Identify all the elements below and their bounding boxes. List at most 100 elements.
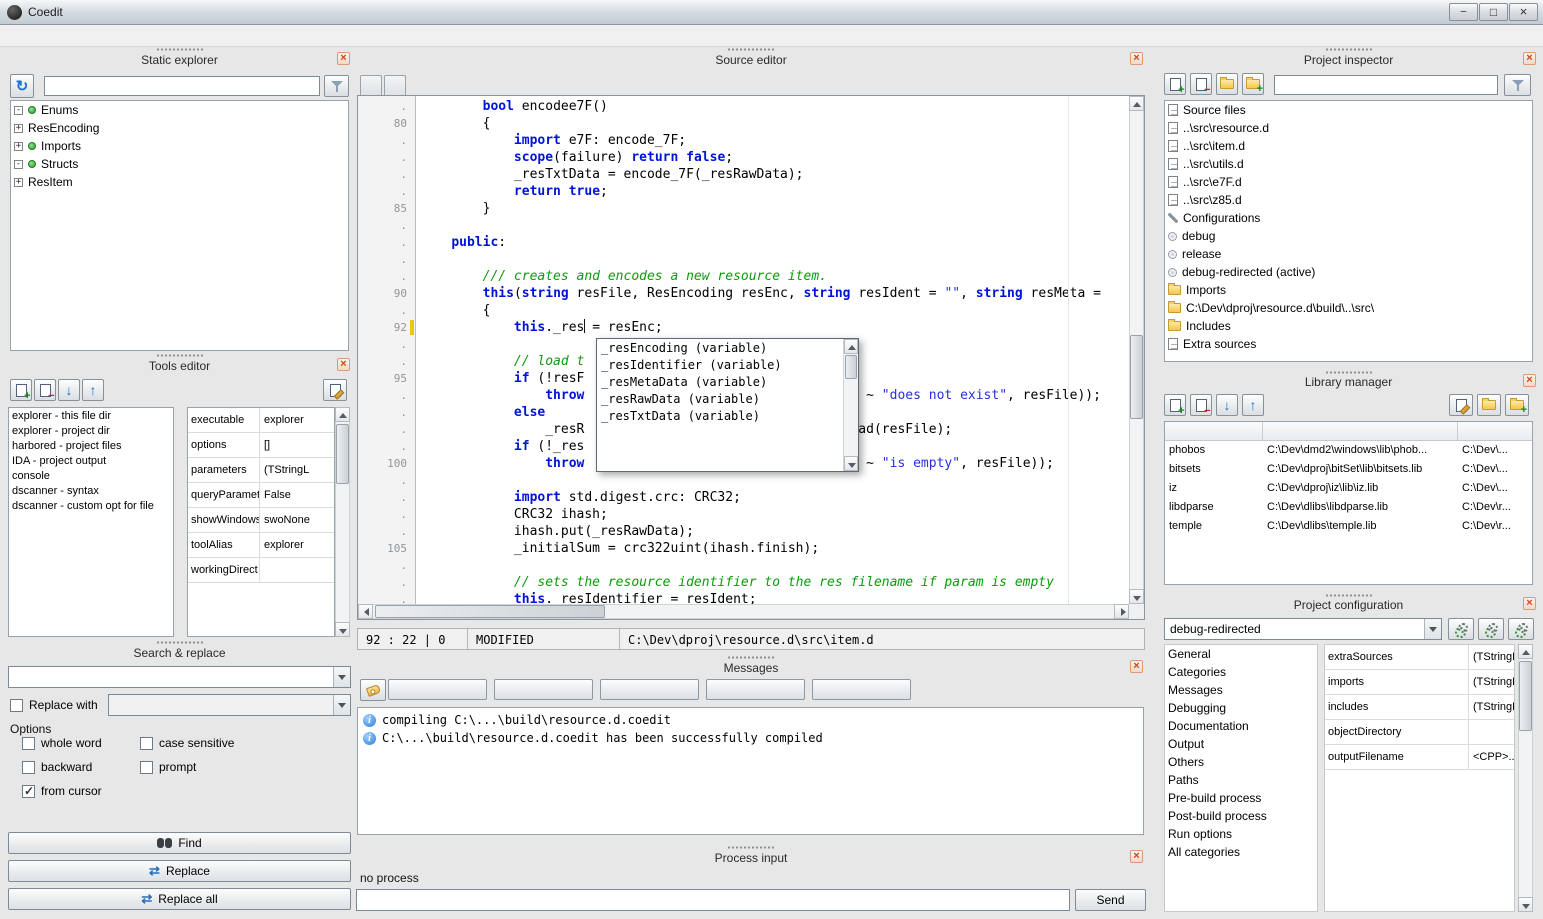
property-row[interactable]: executable explorer (188, 408, 334, 433)
scrollbar-thumb[interactable] (1130, 335, 1143, 419)
edit-library-button[interactable] (1449, 394, 1473, 416)
checkbox-option[interactable]: whole word (22, 736, 140, 750)
column-header[interactable] (1263, 422, 1458, 440)
expander-icon[interactable]: - (14, 160, 23, 169)
checkbox-box[interactable] (140, 737, 153, 750)
tree-item[interactable]: Extra sources (1165, 335, 1532, 353)
add-config-button[interactable] (1448, 618, 1474, 640)
remove-source-button[interactable] (1190, 73, 1212, 95)
table-row[interactable]: temple C:\Dev\dlibs\temple.lib C:\Dev\r.… (1165, 517, 1532, 536)
expander-icon[interactable]: + (14, 142, 23, 151)
code-line[interactable]: . (358, 472, 1129, 489)
code-line[interactable]: . scope(failure) return false; (358, 149, 1129, 166)
move-tool-down-button[interactable] (58, 379, 80, 401)
tree-item[interactable]: Messages (1165, 681, 1317, 699)
tree-item[interactable]: Includes (1165, 317, 1532, 335)
code-line[interactable]: . return true; (358, 183, 1129, 200)
code-line[interactable]: 80 { (358, 115, 1129, 132)
close-panel-button[interactable] (1523, 52, 1536, 65)
code-line[interactable]: 85 } (358, 200, 1129, 217)
code-line[interactable]: . public: (358, 234, 1129, 251)
filter-button[interactable] (324, 75, 349, 97)
move-tool-up-button[interactable] (82, 379, 104, 401)
tree-item[interactable]: Paths (1165, 771, 1317, 789)
add-tool-button[interactable] (10, 379, 32, 401)
property-row[interactable]: options [] (188, 433, 334, 458)
combo-arrow-icon[interactable] (333, 667, 350, 687)
scroll-down-arrow[interactable] (335, 622, 350, 637)
tree-item[interactable]: Categories (1165, 663, 1317, 681)
remove-library-button[interactable] (1190, 394, 1212, 416)
search-term-combo[interactable] (8, 666, 351, 688)
maximize-button[interactable] (1479, 3, 1508, 21)
table-row[interactable]: bitsets C:\Dev\dproj\bitSet\lib\bitsets.… (1165, 460, 1532, 479)
scroll-up-arrow[interactable] (1129, 96, 1144, 111)
tree-item[interactable]: Run options (1165, 825, 1317, 843)
open-folder-button[interactable] (1216, 73, 1238, 95)
code-line[interactable]: . (358, 251, 1129, 268)
table-row[interactable]: phobos C:\Dev\dmd2\windows\lib\phob... C… (1165, 441, 1532, 460)
tree-item[interactable]: console (9, 468, 173, 483)
tree-item[interactable]: ..\src\item.d (1165, 137, 1532, 155)
table-row[interactable]: libdparse C:\Dev\dlibs\libdparse.lib C:\… (1165, 498, 1532, 517)
tree-item[interactable]: debug-redirected (active) (1165, 263, 1532, 281)
tree-item[interactable]: Output (1165, 735, 1317, 753)
add-source-button[interactable] (1164, 73, 1186, 95)
tree-item[interactable]: explorer - project dir (9, 423, 173, 438)
tree-item[interactable]: All categories (1165, 843, 1317, 861)
code-line[interactable]: . /// creates and encodes a new resource… (358, 268, 1129, 285)
completion-item[interactable]: _resIdentifier (variable) (597, 357, 842, 374)
property-row[interactable]: objectDirectory (1325, 720, 1514, 745)
add-library-button[interactable] (1164, 394, 1186, 416)
add-folder-button[interactable] (1242, 73, 1264, 95)
property-value[interactable]: explorer (260, 414, 334, 426)
tree-item[interactable]: - Structs (11, 155, 348, 173)
tree-item[interactable]: + ResEncoding (11, 119, 348, 137)
code-line[interactable]: . (358, 557, 1129, 574)
replace-term-combo[interactable] (108, 694, 351, 716)
close-panel-button[interactable] (1523, 597, 1536, 610)
tree-item[interactable]: ..\src\utils.d (1165, 155, 1532, 173)
message-row[interactable]: C:\...\build\resource.d.coedit has been … (358, 729, 1143, 747)
close-panel-button[interactable] (1523, 374, 1536, 387)
tree-item[interactable]: harbored - project files (9, 438, 173, 453)
completion-scrollbar[interactable] (843, 339, 858, 471)
checkbox-box[interactable] (10, 699, 23, 712)
code-line[interactable]: 105 _initialSum = crc322uint(ihash.finis… (358, 540, 1129, 557)
move-library-down-button[interactable] (1216, 394, 1238, 416)
tree-item[interactable]: ..\src\resource.d (1165, 119, 1532, 137)
panel-grip[interactable] (156, 641, 204, 644)
completion-item[interactable]: _resEncoding (variable) (597, 340, 842, 357)
grid-scrollbar[interactable] (335, 407, 350, 637)
menu-item[interactable] (106, 33, 126, 39)
code-line[interactable]: . CRC32 ihash; (358, 506, 1129, 523)
code-line[interactable]: . _resTxtData = encode_7F(_resRawData); (358, 166, 1129, 183)
execute-tool-button[interactable] (323, 379, 347, 401)
filter-button[interactable] (1504, 74, 1531, 96)
message-filter-button[interactable] (600, 679, 699, 700)
message-filter-button[interactable] (706, 679, 805, 700)
tree-item[interactable]: C:\Dev\dproj\resource.d\build\..\src\ (1165, 299, 1532, 317)
find-button[interactable]: Find (8, 832, 351, 854)
close-panel-button[interactable] (1130, 850, 1143, 863)
property-row[interactable]: outputFilename <CPP>..\ (1325, 745, 1514, 770)
expander-icon[interactable]: + (14, 178, 23, 187)
configuration-combo[interactable]: debug-redirected (1164, 618, 1442, 640)
code-line[interactable]: 92 this._res = resEnc; (358, 319, 1129, 336)
code-line[interactable]: . import std.digest.crc: CRC32; (358, 489, 1129, 506)
property-row[interactable]: queryParamet False (188, 483, 334, 508)
code-line[interactable]: 90 this(string resFile, ResEncoding resE… (358, 285, 1129, 302)
tree-item[interactable]: Others (1165, 753, 1317, 771)
property-row[interactable]: imports (TStringL (1325, 670, 1514, 695)
property-value[interactable]: (TStringL (1469, 676, 1514, 688)
property-value[interactable]: (TStringL (1469, 701, 1514, 713)
editor-hscrollbar[interactable] (358, 604, 1129, 619)
panel-grip[interactable] (727, 846, 775, 849)
message-filter-button[interactable] (388, 679, 487, 700)
scroll-down-arrow[interactable] (844, 456, 858, 471)
tree-item[interactable]: Configurations (1165, 209, 1532, 227)
table-row[interactable]: iz C:\Dev\dproj\iz\lib\iz.lib C:\Dev\... (1165, 479, 1532, 498)
tree-item[interactable]: - Enums (11, 101, 348, 119)
scroll-up-arrow[interactable] (335, 407, 350, 422)
close-panel-button[interactable] (1130, 52, 1143, 65)
